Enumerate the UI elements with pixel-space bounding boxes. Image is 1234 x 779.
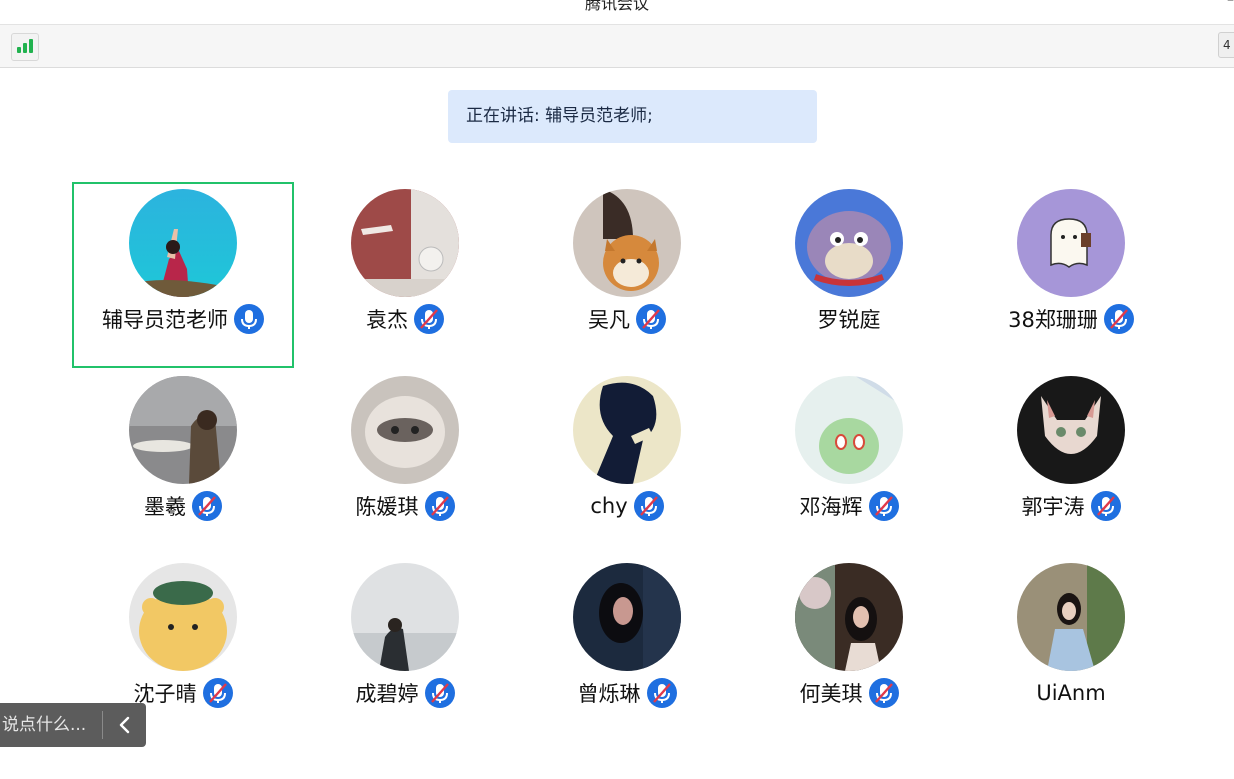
mic-muted-icon (636, 304, 666, 334)
divider (102, 711, 103, 739)
avatar (1017, 376, 1125, 484)
avatar (351, 376, 459, 484)
participant-tile[interactable]: 曾烁琳 (516, 556, 738, 742)
avatar (351, 563, 459, 671)
toolbar-edge-button[interactable]: 4 (1218, 32, 1234, 58)
mic-muted-icon (646, 678, 677, 708)
minimize-icon[interactable]: – (1227, 0, 1234, 8)
participant-tile[interactable]: UiAnm (960, 556, 1182, 742)
participant-tile[interactable]: 辅导员范老师 (72, 182, 294, 368)
participant-name: chy (590, 494, 628, 518)
participant-tile[interactable]: 38郑珊珊 (960, 182, 1182, 368)
title-bar: 腾讯会议 – (0, 0, 1234, 25)
avatar (795, 189, 903, 297)
avatar (351, 189, 459, 297)
participant-name: 成碧婷 (355, 682, 419, 706)
participant-name: 辅导员范老师 (102, 308, 228, 332)
participant-tile[interactable]: 墨羲 (72, 369, 294, 555)
chat-input[interactable]: 说点什么... (2, 703, 86, 747)
avatar (795, 376, 903, 484)
avatar (129, 189, 237, 297)
mic-muted-icon (424, 678, 455, 708)
participant-name: 何美琪 (799, 682, 863, 706)
chat-input-bar[interactable]: 说点什么... (0, 703, 146, 747)
participant-name: 邓海辉 (799, 495, 863, 519)
participant-tile[interactable]: 成碧婷 (294, 556, 516, 742)
participant-name: 陈媛琪 (355, 495, 419, 519)
participant-tile[interactable]: 罗锐庭 (738, 182, 960, 368)
mic-muted-icon (424, 491, 455, 521)
speaking-indicator: 正在讲话: 辅导员范老师; (448, 90, 817, 143)
mic-muted-icon (1103, 304, 1134, 334)
avatar (573, 376, 681, 484)
avatar (1017, 189, 1125, 297)
mic-muted-icon (192, 491, 222, 521)
mic-muted-icon (868, 678, 899, 708)
avatar (129, 563, 237, 671)
participant-name: UiAnm (1036, 681, 1106, 705)
mic-muted-icon (414, 304, 444, 334)
avatar (1017, 563, 1125, 671)
avatar (129, 376, 237, 484)
participant-tile[interactable]: 何美琪 (738, 556, 960, 742)
avatar (573, 563, 681, 671)
participant-name: 吴凡 (588, 308, 630, 332)
participant-tile[interactable]: 陈媛琪 (294, 369, 516, 555)
participant-name: 墨羲 (144, 495, 186, 519)
participant-name: 曾烁琳 (577, 682, 641, 706)
chevron-left-icon[interactable] (116, 715, 134, 735)
mic-muted-icon (868, 491, 899, 521)
participant-tile[interactable]: chy (516, 369, 738, 555)
participant-tile[interactable]: 邓海辉 (738, 369, 960, 555)
participant-name: 袁杰 (366, 308, 408, 332)
participant-tile[interactable]: 郭宇涛 (960, 369, 1182, 555)
participant-name: 38郑珊珊 (1008, 308, 1098, 332)
participant-tile[interactable]: 吴凡 (516, 182, 738, 368)
avatar (795, 563, 903, 671)
mic-on-icon (234, 304, 264, 334)
avatar (573, 189, 681, 297)
toolbar: 4 (0, 25, 1234, 68)
window-title: 腾讯会议 (584, 0, 649, 13)
participant-tile[interactable]: 袁杰 (294, 182, 516, 368)
mic-muted-icon (1090, 491, 1121, 521)
mic-muted-icon (633, 491, 664, 521)
participant-name: 郭宇涛 (1021, 495, 1085, 519)
participant-name: 罗锐庭 (817, 308, 881, 332)
mic-muted-icon (202, 678, 233, 708)
signal-strength-icon[interactable] (11, 33, 39, 61)
